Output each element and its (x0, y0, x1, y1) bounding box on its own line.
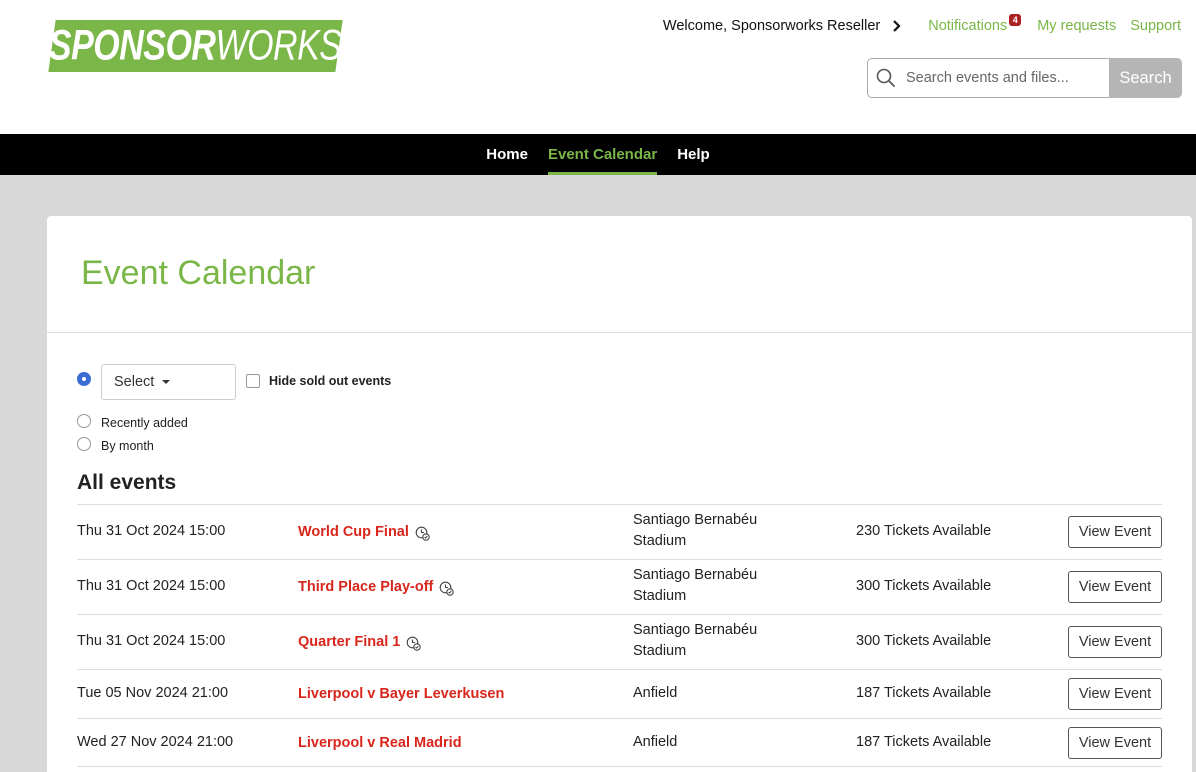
event-name: World Cup Final (298, 524, 409, 540)
search-button[interactable]: Search (1109, 58, 1182, 98)
site-header: SPONSORWORKS Welcome, Sponsorworks Resel… (0, 0, 1196, 134)
logo-text-sponsor: SPONSOR (49, 21, 216, 70)
event-date: Wed 27 Nov 2024 21:00 (77, 734, 234, 750)
title-divider (47, 332, 1192, 333)
view-event-button[interactable]: View Event (1068, 727, 1162, 759)
ticket-clock-icon (406, 636, 422, 651)
event-row: Thu 31 Oct 2024 15:00 Third Place Play-o… (77, 559, 1162, 614)
event-tickets: 187 Tickets Available (856, 734, 992, 750)
event-name: Liverpool v Real Madrid (298, 735, 462, 751)
event-venue: Santiago Bernabéu Stadium (633, 622, 758, 659)
welcome-text: Welcome, Sponsorworks Reseller (662, 18, 881, 34)
event-name-link[interactable]: Liverpool v Bayer Leverkusen (298, 684, 504, 705)
content-card: Event Calendar Select Hide sold out even… (47, 216, 1192, 772)
radio-recently-added[interactable] (77, 414, 91, 428)
sponsorworks-logo[interactable]: SPONSORWORKS (48, 20, 343, 72)
event-name-link[interactable]: Liverpool v Real Madrid (298, 733, 462, 754)
section-title: All events (77, 471, 177, 494)
view-event-button[interactable]: View Event (1068, 516, 1162, 548)
hide-sold-out-label: Hide sold out events (269, 374, 392, 388)
event-venue: Santiago Bernabéu Stadium (633, 512, 758, 549)
notifications-label: Notifications (928, 18, 1008, 34)
event-row: Wed 27 Nov 2024 21:00 Liverpool v Real M… (77, 718, 1162, 767)
filter-select[interactable]: Select (101, 364, 236, 400)
radio-recently-added-label: Recently added (101, 416, 188, 430)
event-date: Thu 31 Oct 2024 15:00 (77, 633, 226, 649)
event-date: Thu 31 Oct 2024 15:00 (77, 578, 226, 594)
radio-by-month[interactable] (77, 437, 91, 451)
notifications-badge: 4 (1009, 14, 1022, 26)
event-tickets: 230 Tickets Available (856, 523, 992, 539)
event-tickets: 300 Tickets Available (856, 578, 992, 594)
view-event-button[interactable]: View Event (1068, 571, 1162, 603)
view-event-button[interactable]: View Event (1068, 626, 1162, 658)
welcome-menu[interactable]: Welcome, Sponsorworks Reseller (663, 18, 904, 34)
radio-select-filter[interactable] (77, 372, 91, 386)
event-name-link[interactable]: Third Place Play-off (298, 577, 455, 598)
event-date: Tue 05 Nov 2024 21:00 (77, 685, 229, 701)
ticket-clock-icon (415, 526, 430, 541)
event-row: Thu 31 Oct 2024 15:00 World Cup Final Sa… (77, 504, 1162, 559)
event-tickets: 187 Tickets Available (856, 685, 992, 701)
page-title: Event Calendar (81, 254, 316, 292)
hide-sold-out-checkbox[interactable] (246, 374, 260, 388)
ticket-clock-icon (440, 581, 455, 596)
event-date: Thu 31 Oct 2024 15:00 (77, 523, 226, 539)
chevron-right-icon (893, 20, 901, 32)
event-tickets: 300 Tickets Available (856, 633, 992, 649)
event-name: Quarter Final 1 (298, 634, 401, 650)
caret-down-icon (162, 380, 171, 384)
event-venue: Anfield (633, 734, 678, 750)
main-nav: Home Event Calendar Help (0, 134, 1196, 175)
logo-text-works: WORKS (215, 21, 342, 70)
notifications-link[interactable]: Notifications 4 (928, 14, 1022, 34)
view-event-button[interactable]: View Event (1068, 678, 1162, 710)
event-name-link[interactable]: World Cup Final (298, 522, 430, 543)
search-form: Search (867, 58, 1182, 98)
event-row: Thu 31 Oct 2024 15:00 Quarter Final 1 Sa… (77, 614, 1162, 669)
nav-help[interactable]: Help (667, 134, 720, 175)
event-name: Liverpool v Bayer Leverkusen (298, 686, 505, 702)
nav-event-calendar[interactable]: Event Calendar (538, 134, 667, 175)
search-input[interactable] (906, 70, 1106, 86)
top-nav: Welcome, Sponsorworks Reseller Notificat… (663, 14, 1181, 35)
event-row: Tue 05 Nov 2024 21:00 Liverpool v Bayer … (77, 669, 1162, 718)
event-name-link[interactable]: Quarter Final 1 (298, 632, 422, 653)
my-requests-link[interactable]: My requests (1037, 18, 1116, 34)
search-box (867, 58, 1109, 98)
radio-by-month-label: By month (101, 439, 154, 453)
event-venue: Santiago Bernabéu Stadium (633, 567, 758, 604)
event-venue: Anfield (633, 685, 678, 701)
nav-home[interactable]: Home (476, 134, 538, 175)
filter-select-label: Select (114, 374, 155, 390)
event-name: Third Place Play-off (298, 579, 434, 595)
search-icon (876, 68, 896, 88)
support-link[interactable]: Support (1130, 18, 1181, 34)
